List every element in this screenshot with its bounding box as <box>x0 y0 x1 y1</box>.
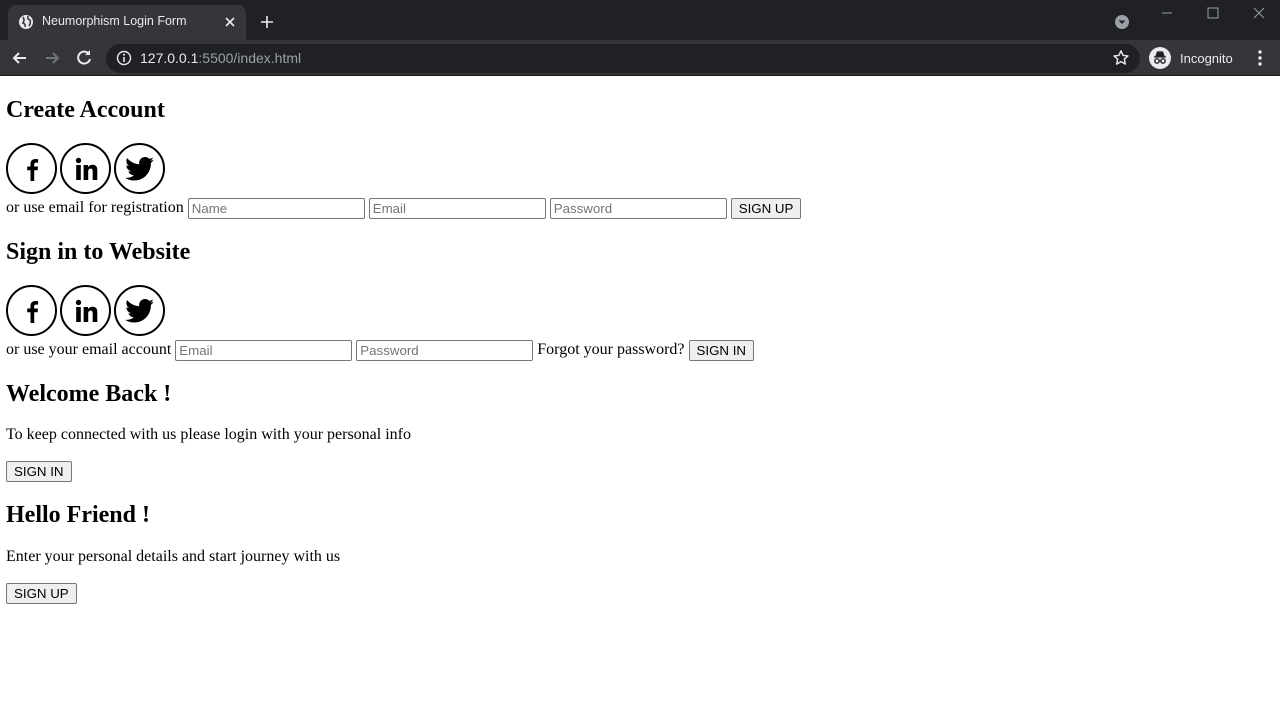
twitter-icon <box>124 156 154 180</box>
welcome-back-text: To keep connected with us please login w… <box>6 426 411 443</box>
reload-icon[interactable] <box>74 48 94 68</box>
tab-title: Neumorphism Login Form <box>42 14 187 28</box>
url-path: :5500/index.html <box>198 50 302 66</box>
name-input[interactable] <box>187 197 365 219</box>
url-text: 127.0.0.1:5500/index.html <box>140 50 301 66</box>
email-account-hint: or use your email account <box>6 341 172 358</box>
browser-tab-strip: Neumorphism Login Form <box>0 0 1280 40</box>
close-window-button[interactable] <box>1236 0 1280 26</box>
incognito-profile-button[interactable]: Incognito <box>1148 45 1233 71</box>
info-icon[interactable] <box>116 50 132 66</box>
new-tab-icon[interactable] <box>258 13 276 31</box>
signin-email-input[interactable] <box>175 339 353 361</box>
signin-button[interactable]: SIGN IN <box>688 339 755 361</box>
back-arrow-icon[interactable] <box>10 48 30 68</box>
more-menu-icon[interactable] <box>1252 49 1268 67</box>
globe-icon <box>19 15 33 29</box>
create-account-heading: Create Account <box>6 97 165 123</box>
twitter-link[interactable] <box>114 285 165 336</box>
hello-friend-heading: Hello Friend ! <box>6 502 150 528</box>
page-content: Create Account or use email for registra… <box>6 77 1274 720</box>
linkedin-link[interactable] <box>60 285 111 336</box>
close-tab-icon[interactable] <box>222 14 238 30</box>
registration-hint: or use email for registration <box>6 199 184 216</box>
address-bar[interactable]: 127.0.0.1:5500/index.html <box>106 44 1140 73</box>
close-window-icon <box>1253 7 1265 19</box>
welcome-signin-button[interactable]: SIGN IN <box>6 461 72 482</box>
sign-in-form: or use your email account Forgot your pa… <box>6 339 755 361</box>
profile-label: Incognito <box>1180 50 1233 66</box>
incognito-icon <box>1149 47 1171 69</box>
signup-button[interactable]: SIGN UP <box>730 197 802 219</box>
facebook-icon <box>26 158 38 181</box>
minimize-icon <box>1162 12 1172 14</box>
bookmark-star-icon[interactable] <box>1112 49 1130 67</box>
linkedin-icon <box>75 157 97 180</box>
facebook-link[interactable] <box>6 143 57 194</box>
maximize-icon <box>1207 7 1219 19</box>
signin-password-input[interactable] <box>356 339 534 361</box>
welcome-back-heading: Welcome Back ! <box>6 381 172 407</box>
twitter-icon <box>124 298 154 322</box>
minimize-button[interactable] <box>1144 0 1190 26</box>
forgot-password-link[interactable]: Forgot your password? <box>537 341 684 359</box>
tab-search-icon[interactable] <box>1113 13 1131 31</box>
create-account-form: or use email for registration SIGN UP <box>6 197 802 219</box>
browser-toolbar: 127.0.0.1:5500/index.html Incognito <box>0 40 1280 76</box>
sign-in-heading: Sign in to Website <box>6 239 191 265</box>
signup-email-input[interactable] <box>368 197 546 219</box>
hello-signup-button[interactable]: SIGN UP <box>6 583 77 604</box>
signup-password-input[interactable] <box>549 197 727 219</box>
url-host: 127.0.0.1 <box>140 50 199 66</box>
linkedin-link[interactable] <box>60 143 111 194</box>
facebook-icon <box>26 300 38 323</box>
twitter-link[interactable] <box>114 143 165 194</box>
hello-friend-text: Enter your personal details and start jo… <box>6 548 341 565</box>
forward-arrow-icon[interactable] <box>42 48 62 68</box>
linkedin-icon <box>75 299 97 322</box>
browser-tab[interactable]: Neumorphism Login Form <box>8 5 246 40</box>
facebook-link[interactable] <box>6 285 57 336</box>
maximize-button[interactable] <box>1190 0 1236 26</box>
